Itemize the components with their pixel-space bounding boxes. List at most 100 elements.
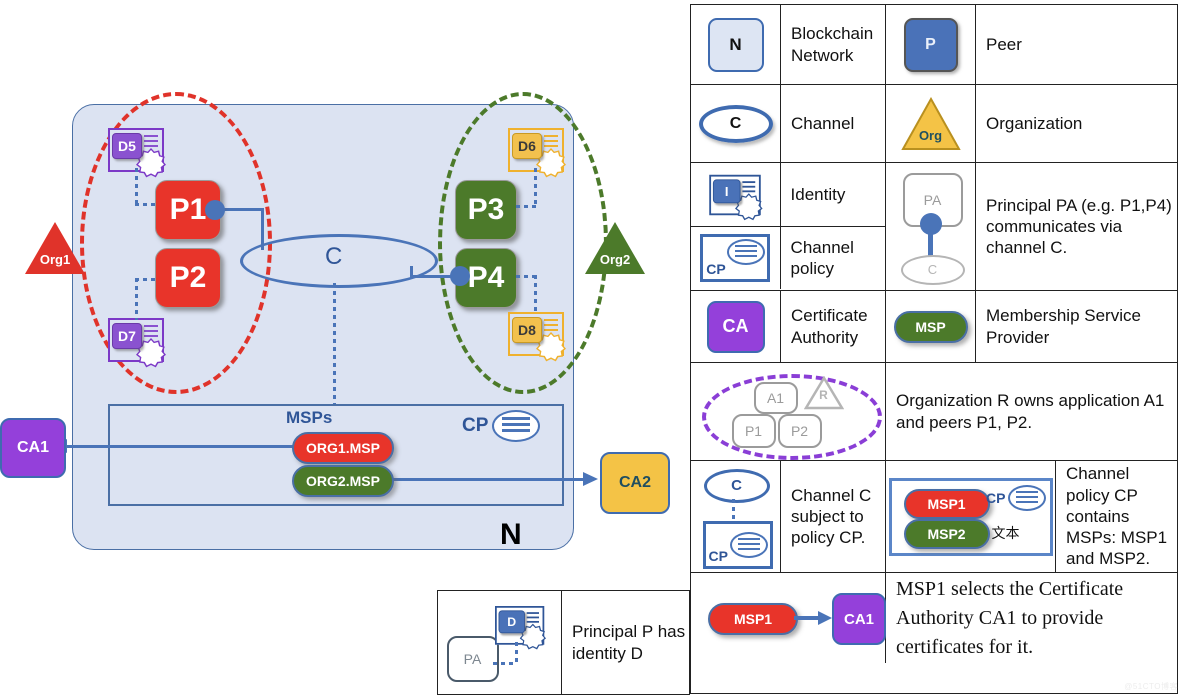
legend-label-organization: Organization (976, 85, 1177, 162)
channel-policy-contains-msps-icon: MSP1 MSP2 文本 CP (886, 461, 1056, 572)
principal-identity-link-v (514, 641, 518, 664)
principal-identity-text: Principal P has identity D (572, 622, 686, 663)
msp-org1-label: ORG1.MSP (306, 440, 380, 456)
legend-text-ca: Certificate Authority (791, 306, 868, 347)
principal-channel-icon: PA C (886, 163, 976, 290)
channel-icon-ellipse: C (698, 104, 773, 143)
channel-policy-icon-main: CP (462, 410, 541, 442)
identity-icon-label: I (713, 178, 741, 203)
p4-channel-anchor-dot (450, 266, 470, 286)
ca-icon-label: CA (722, 316, 749, 336)
d8-to-p4-line-h (516, 275, 536, 278)
msp-icon-label: MSP (915, 318, 946, 335)
msp-to-ca-arrowhead-icon (818, 611, 832, 625)
channel-policy-icon-label: CP (706, 261, 726, 277)
msp-org1[interactable]: ORG1.MSP (292, 432, 394, 464)
cp-ellipse-icon (1007, 484, 1046, 511)
identity-d-label: D (498, 609, 525, 633)
d7-to-p2-line-v (135, 278, 138, 320)
peer-p2-box: P2 (777, 413, 822, 448)
organization-icon: Org (886, 85, 976, 162)
ca-icon-box: CA (706, 300, 765, 353)
identity-d5-label: D5 (112, 133, 142, 159)
principal-identity-link-h (492, 661, 517, 665)
d5-to-p1-line-h (135, 203, 159, 206)
identity-lines-icon (144, 325, 158, 340)
legend-text-organization-ownership: Organization R owns application A1 and p… (896, 391, 1165, 432)
legend-table: N Blockchain Network P Peer C Channel Or… (690, 4, 1178, 694)
network-icon-label: N (729, 34, 742, 54)
peer-p2[interactable]: P2 (155, 248, 221, 308)
msp1-label: MSP1 (733, 611, 773, 627)
legend-label-identity: Identity (781, 163, 885, 226)
legend-label-channel-subject-policy: Channel C subject to policy CP. (781, 461, 886, 572)
identity-lines-icon (544, 135, 558, 150)
legend-text-identity: Identity (790, 184, 846, 204)
peer-icon: P (886, 5, 976, 84)
identity-lines-icon (742, 180, 756, 195)
identity-icon: I (691, 163, 781, 226)
legend-text-msp-selects-ca: MSP1 selects the Certificate Authority C… (896, 577, 1124, 658)
watermark: @51CTO博客 (1124, 682, 1178, 691)
organization-icon-label: Org (918, 127, 943, 143)
cp-ellipse-icon (727, 239, 766, 265)
legend-subrow-identity: I Identity (691, 163, 885, 227)
channel-policy-icon-box: CP (700, 234, 771, 282)
org2-marker: Org2 (585, 222, 645, 274)
peer-p4-label: P4 (467, 261, 505, 294)
org1msp-to-ca1-line (62, 445, 294, 448)
principal-pa-label: PA (923, 191, 942, 208)
channel-policy-icon: CP (691, 227, 781, 289)
msp-icon-pill: MSP (893, 310, 968, 343)
org1-marker: Org1 (25, 222, 85, 274)
cp-ellipse-icon (729, 531, 768, 558)
principal-channel-graphic: PA C (895, 169, 967, 285)
identity-d6-label: D6 (512, 133, 542, 159)
principal-pa-label: PA (463, 650, 482, 667)
d5-to-p1-line-v (135, 168, 138, 204)
legend-row-channel-org: C Channel Org Organization (691, 85, 1177, 163)
identity-lines-icon (544, 319, 558, 334)
cp-label-main: CP (462, 415, 489, 436)
msp1-pill: MSP1 (708, 603, 798, 635)
organization-r-triangle: R (803, 375, 844, 410)
legend-label-principal-channel: Principal PA (e.g. P1,P4) communicates v… (976, 163, 1177, 290)
channel-subject-to-policy-icon: C CP (691, 461, 781, 572)
network-label: N (500, 518, 522, 551)
ca2-box[interactable]: CA2 (600, 452, 670, 514)
legend-row-msp-selects-ca: MSP1 CA1 MSP1 selects the Certificate Au… (691, 573, 1177, 663)
d7-to-p2-line-h (135, 278, 159, 281)
policy-cp-label: CP (708, 547, 728, 564)
peer-p1-label: P1 (169, 193, 207, 226)
legend-label-ca: Certificate Authority (781, 291, 886, 362)
msp-icon: MSP (886, 291, 976, 362)
principal-pa-box: PA (446, 635, 499, 682)
channel-icon-label: C (729, 114, 742, 132)
msp-org2-label: ORG2.MSP (306, 473, 380, 489)
organization-ownership-graphic: A1 R P1 P2 (696, 366, 882, 460)
legend-label-policy-contains-msps: Channel policy CP contains MSPs: MSP1 an… (1056, 461, 1177, 572)
msp2-label: MSP2 (927, 525, 966, 542)
peer-p3[interactable]: P3 (455, 180, 517, 240)
legend-text-principal-channel: Principal PA (e.g. P1,P4) communicates v… (986, 195, 1172, 258)
cp-badge: CP (986, 484, 1046, 511)
legend-label-channel-policy: Channel policy (781, 227, 885, 289)
legend-label-peer: Peer (976, 5, 1177, 84)
ca1-box[interactable]: CA1 (0, 418, 66, 478)
peer-p2-label: P2 (790, 422, 809, 439)
msp-selects-ca-graphic: MSP1 CA1 (698, 585, 886, 651)
legend-text-peer: Peer (986, 34, 1022, 54)
legend-row-policy-msps: C CP Channel C subject to policy CP. MSP… (691, 461, 1177, 573)
ca1-label: CA1 (843, 610, 874, 628)
policy-channel-c-ellipse: C (703, 468, 770, 503)
msp1-pill: MSP1 (903, 488, 990, 519)
peer-p1-label: P1 (744, 422, 763, 439)
peer-p3-label: P3 (467, 193, 505, 226)
legend-text-channel-subject-policy: Channel C subject to policy CP. (791, 485, 872, 548)
peer-p2-label: P2 (169, 261, 207, 294)
peer-p1-box: P1 (731, 413, 776, 448)
msp-org2[interactable]: ORG2.MSP (292, 465, 394, 497)
identity-d8-label: D8 (512, 317, 542, 343)
ca2-label: CA2 (618, 474, 651, 491)
org2-label: Org2 (599, 252, 631, 267)
